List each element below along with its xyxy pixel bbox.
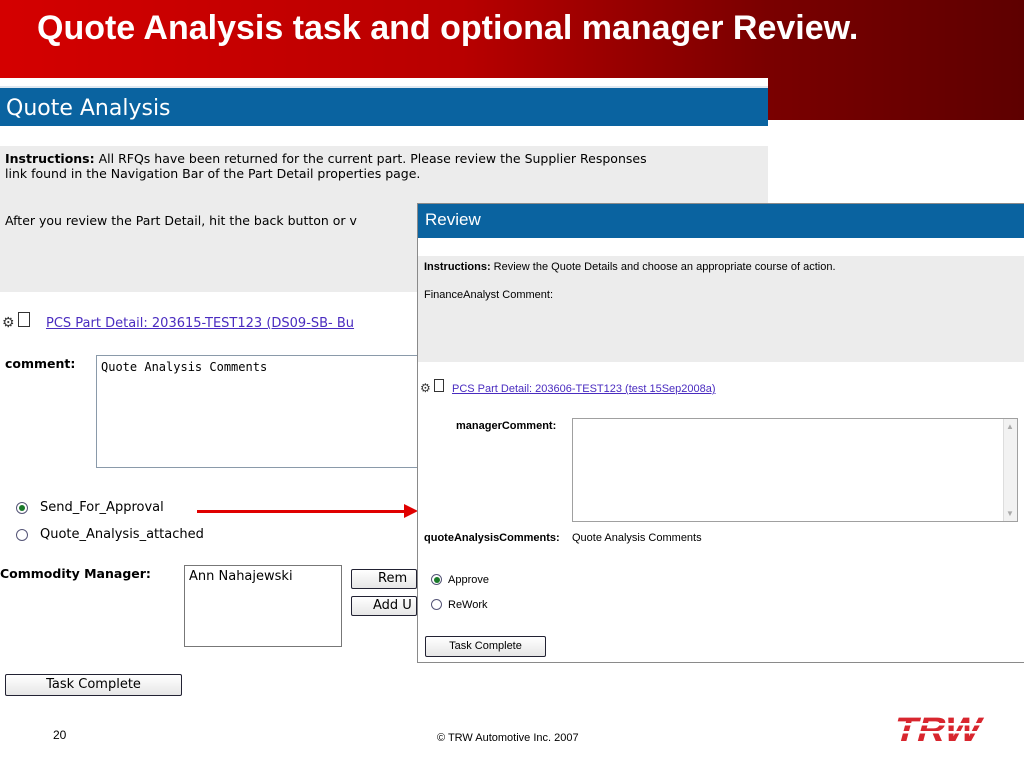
quote-analysis-attached-radio[interactable] — [16, 529, 28, 541]
review-instructions-label: Instructions: — [424, 261, 491, 273]
document-icon — [18, 312, 31, 327]
commodity-manager-label: Commodity Manager: — [0, 566, 151, 581]
review-header: Review — [418, 204, 1024, 238]
workflow-icon: ⚙ — [2, 314, 15, 330]
copyright-text: © TRW Automotive Inc. 2007 — [437, 732, 579, 744]
quote-analysis-header: Quote Analysis — [0, 86, 768, 126]
commodity-manager-option[interactable]: Ann Nahajewski — [189, 569, 293, 584]
quote-analysis-attached-label: Quote_Analysis_attached — [40, 527, 204, 542]
quote-analysis-title: Quote Analysis — [6, 96, 171, 121]
instructions-line-3: After you review the Part Detail, hit th… — [5, 213, 357, 228]
slide-title: Quote Analysis task and optional manager… — [37, 9, 859, 47]
workflow-icon: ⚙ — [420, 381, 431, 395]
instructions-line-2: link found in the Navigation Bar of the … — [5, 166, 421, 181]
logo-text: TRW — [890, 712, 986, 745]
part-detail-link[interactable]: PCS Part Detail: 203615-TEST123 (DS09-SB… — [46, 316, 354, 331]
trw-logo: TRW — [887, 712, 986, 745]
arrow-line — [197, 510, 404, 513]
arrow-head-icon — [404, 504, 418, 518]
instructions-label: Instructions: — [5, 151, 95, 166]
finance-analyst-comment-label: FinanceAnalyst Comment: — [424, 289, 553, 301]
review-part-detail-link[interactable]: PCS Part Detail: 203606-TEST123 (test 15… — [452, 383, 716, 395]
rework-radio[interactable] — [431, 599, 442, 610]
manager-comment-scrollbar[interactable]: ▲ ▼ — [1003, 419, 1017, 521]
commodity-manager-list[interactable]: Ann Nahajewski — [184, 565, 342, 647]
add-user-button[interactable]: Add U — [351, 596, 417, 616]
review-title: Review — [425, 210, 481, 229]
approve-radio[interactable] — [431, 574, 442, 585]
review-window: Review Instructions: Review the Quote De… — [417, 203, 1024, 663]
send-for-approval-radio[interactable] — [16, 502, 28, 514]
manager-comment-label: managerComment: — [456, 420, 557, 432]
rework-label: ReWork — [448, 599, 488, 611]
approve-label: Approve — [448, 574, 489, 586]
review-instructions: Instructions: Review the Quote Details a… — [418, 256, 1024, 362]
comment-value: Quote Analysis Comments — [101, 360, 268, 374]
review-instructions-line: Instructions: Review the Quote Details a… — [424, 261, 836, 273]
task-complete-button[interactable]: Task Complete — [5, 674, 182, 696]
scroll-up-icon[interactable]: ▲ — [1006, 422, 1014, 431]
manager-comment-textarea[interactable]: ▲ ▼ — [572, 418, 1018, 522]
instructions-line-1: Instructions: All RFQs have been returne… — [5, 151, 647, 166]
review-link-icons: ⚙ — [420, 379, 445, 395]
remove-button[interactable]: Rem — [351, 569, 417, 589]
quote-analysis-comments-label: quoteAnalysisComments: — [424, 532, 560, 544]
send-for-approval-label: Send_For_Approval — [40, 500, 164, 515]
comment-textarea[interactable]: Quote Analysis Comments — [96, 355, 418, 468]
review-task-complete-button[interactable]: Task Complete — [425, 636, 546, 657]
comment-label: comment: — [5, 356, 76, 371]
scroll-down-icon[interactable]: ▼ — [1006, 509, 1014, 518]
page-number: 20 — [53, 728, 67, 742]
document-icon — [434, 379, 445, 392]
quote-analysis-comments-value: Quote Analysis Comments — [572, 532, 702, 544]
part-link-icons: ⚙ — [2, 312, 31, 331]
